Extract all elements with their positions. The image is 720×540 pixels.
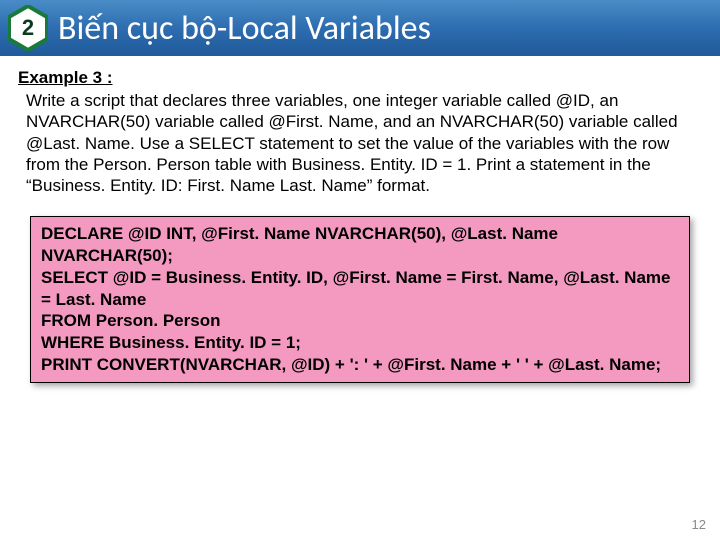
code-box: DECLARE @ID INT, @First. Name NVARCHAR(5… (30, 216, 690, 382)
page-number: 12 (692, 517, 706, 532)
code-text: DECLARE @ID INT, @First. Name NVARCHAR(5… (41, 223, 679, 375)
hexagon-badge: 2 (8, 5, 48, 51)
content-area: Example 3 : Write a script that declares… (0, 56, 720, 383)
section-number: 2 (22, 15, 34, 41)
title-bar: 2 Biến cục bộ-Local Variables (0, 0, 720, 56)
page-title: Biến cục bộ-Local Variables (58, 8, 431, 49)
example-body: Write a script that declares three varia… (18, 90, 702, 196)
example-label: Example 3 : (18, 68, 702, 88)
